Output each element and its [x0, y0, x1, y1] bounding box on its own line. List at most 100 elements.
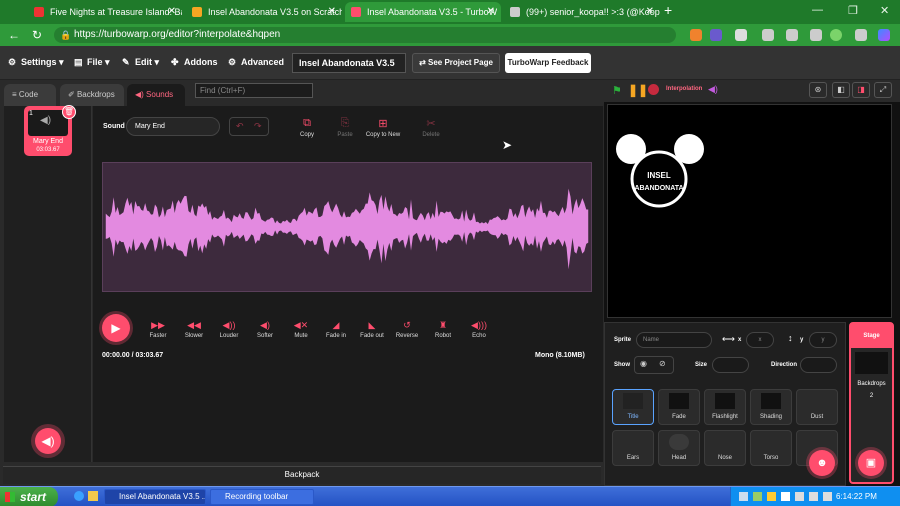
sprite-thumbnail	[623, 393, 643, 409]
browser-tab-2[interactable]: Insel Abandonata V3.5 on Scratch ✕	[186, 2, 342, 22]
copy-to-new-button[interactable]: ⊞ Copy to New	[358, 117, 408, 138]
close-tab-icon[interactable]: ✕	[646, 2, 654, 22]
project-title-input[interactable]: Insel Abandonata V3.5	[292, 53, 406, 73]
undo-icon[interactable]: ↶	[236, 121, 244, 132]
play-button[interactable]: ▶	[102, 314, 130, 342]
browser-tab-4[interactable]: (99+) senior_koopa!! >:3 (@Koop ✕	[504, 2, 660, 22]
extension-icon[interactable]	[710, 29, 722, 41]
effect-mute-button[interactable]: ◀✕ Mute	[281, 320, 321, 339]
sprite-thumbnail	[669, 434, 689, 450]
stage-thumbnail	[855, 352, 888, 374]
browser-quicklaunch-icon[interactable]	[74, 491, 84, 501]
more-menu-icon[interactable]	[855, 29, 867, 41]
sprite-name-input[interactable]: Name	[636, 332, 712, 348]
reload-icon[interactable]: ↻	[32, 28, 42, 42]
see-project-page-button[interactable]: ⇄ See Project Page	[412, 53, 500, 73]
edit-menu[interactable]: ✎ Edit ▾	[122, 57, 159, 68]
sprite-tile-fade[interactable]: Fade	[658, 389, 700, 425]
effect-slower-button[interactable]: ◀◀ Slower	[174, 320, 214, 339]
sprite-tile-torso[interactable]: Torso	[750, 430, 792, 466]
taskbar-window-browser[interactable]: Insel Abandonata V3.5 ...	[104, 489, 206, 505]
battery-icon[interactable]	[823, 492, 832, 501]
sprite-tile-head[interactable]: Head	[658, 430, 700, 466]
sprite-tile-dust[interactable]: Dust	[796, 389, 838, 425]
effect-reverse-button[interactable]: ↺ Reverse	[387, 320, 427, 339]
small-stage-icon[interactable]: ◧	[832, 82, 850, 98]
back-icon[interactable]: ←	[8, 28, 20, 42]
volume-icon[interactable]	[795, 492, 804, 501]
stage-canvas[interactable]: INSEL ABANDONATA	[607, 104, 892, 318]
sprite-tile-nose[interactable]: Nose	[704, 430, 746, 466]
pause-icon[interactable]: ❚❚	[628, 83, 648, 97]
tray-icon[interactable]	[753, 492, 762, 501]
effect-softer-button[interactable]: ◀) Softer	[245, 320, 285, 339]
sprite-thumbnail	[761, 393, 781, 409]
downloads-icon[interactable]	[810, 29, 822, 41]
backpack-bar[interactable]: Backpack	[3, 466, 601, 484]
effect-echo-button[interactable]: ◀))) Echo	[459, 320, 499, 339]
effect-robot-button[interactable]: ♜ Robot	[423, 320, 463, 339]
close-tab-icon[interactable]: ✕	[328, 2, 336, 22]
eye-off-icon[interactable]: ⊘	[659, 359, 666, 368]
speaker-icon[interactable]: ◀)	[708, 84, 718, 95]
sprite-tile-shading[interactable]: Shading	[750, 389, 792, 425]
eye-icon[interactable]: ◉	[640, 359, 647, 368]
add-sprite-button[interactable]: ☻	[809, 450, 835, 476]
sprite-tile-flashlight[interactable]: Flashlight	[704, 389, 746, 425]
new-tab-icon[interactable]: +	[664, 2, 672, 18]
turbowarp-feedback-button[interactable]: TurboWarp Feedback	[505, 53, 591, 73]
browser-tab-1[interactable]: Five Nights at Treasure Island: Ba ✕	[28, 2, 182, 22]
url-field[interactable]: 🔒 https://turbowarp.org/editor?interpola…	[54, 27, 676, 43]
direction-input[interactable]	[800, 357, 837, 373]
effect-faster-button[interactable]: ▶▶ Faster	[138, 320, 178, 339]
tab-backdrops[interactable]: ✐ Backdrops	[60, 84, 124, 106]
close-window-icon[interactable]: ✕	[880, 4, 889, 17]
green-flag-icon[interactable]: ⚑	[612, 84, 622, 97]
network-icon[interactable]	[809, 492, 818, 501]
x-input[interactable]: x	[746, 332, 774, 348]
close-tab-icon[interactable]: ✕	[168, 2, 176, 22]
effect-louder-button[interactable]: ◀)) Louder	[209, 320, 249, 339]
taskbar-window-recording[interactable]: Recording toolbar	[210, 489, 314, 505]
redo-icon[interactable]: ↷	[254, 121, 262, 132]
tab-code[interactable]: ≡ Code	[4, 84, 56, 106]
effect-fade-out-button[interactable]: ◣ Fade out	[352, 320, 392, 339]
add-backdrop-button[interactable]: ▣	[858, 450, 884, 476]
delete-button[interactable]: ✂ Delete	[406, 117, 456, 138]
browser-tab-3[interactable]: Insel Abandonata V3.5 - TurboW ✕	[345, 2, 501, 22]
y-input[interactable]: y	[809, 332, 837, 348]
file-menu[interactable]: ▤ File ▾	[74, 57, 110, 68]
settings-menu[interactable]: ⚙ Settings ▾	[8, 57, 64, 68]
taskbar-clock: 6:14:22 PM	[836, 492, 877, 501]
add-sound-button[interactable]: ◀)	[35, 428, 61, 454]
sprite-tile-title[interactable]: Title	[612, 389, 654, 425]
extension-icon[interactable]	[735, 29, 747, 41]
size-input[interactable]	[712, 357, 749, 373]
delete-sound-icon[interactable]: 🗑	[62, 105, 76, 119]
split-screen-icon[interactable]	[762, 29, 774, 41]
fullscreen-icon[interactable]: ⤢	[874, 82, 892, 98]
sound-name-input[interactable]: Mary End	[126, 117, 220, 136]
tray-icon[interactable]	[739, 492, 748, 501]
extension-icon[interactable]	[690, 29, 702, 41]
minimize-icon[interactable]: —	[812, 4, 823, 16]
profile-avatar-icon[interactable]	[830, 29, 842, 41]
advanced-menu[interactable]: ⚙ Advanced	[228, 57, 284, 68]
tray-icon[interactable]	[767, 492, 776, 501]
addons-menu[interactable]: ✤ Addons	[171, 57, 218, 68]
tray-icon[interactable]	[781, 492, 790, 501]
start-button[interactable]: start	[0, 487, 58, 506]
copilot-icon[interactable]	[878, 29, 890, 41]
tab-sounds[interactable]: ◀) Sounds	[127, 84, 185, 106]
folder-icon[interactable]	[88, 491, 98, 501]
sprite-tile-ears[interactable]: Ears	[612, 430, 654, 466]
stop-icon[interactable]	[648, 84, 659, 95]
favorites-icon[interactable]	[786, 29, 798, 41]
find-input[interactable]: Find (Ctrl+F)	[195, 83, 313, 98]
large-stage-icon[interactable]: ◨	[852, 82, 870, 98]
effect-fade-in-button[interactable]: ◢ Fade in	[316, 320, 356, 339]
maximize-icon[interactable]: ❐	[848, 4, 858, 17]
close-tab-icon[interactable]: ✕	[487, 2, 495, 22]
controller-icon[interactable]: ⊛	[809, 82, 827, 98]
sound-waveform[interactable]	[102, 162, 592, 292]
